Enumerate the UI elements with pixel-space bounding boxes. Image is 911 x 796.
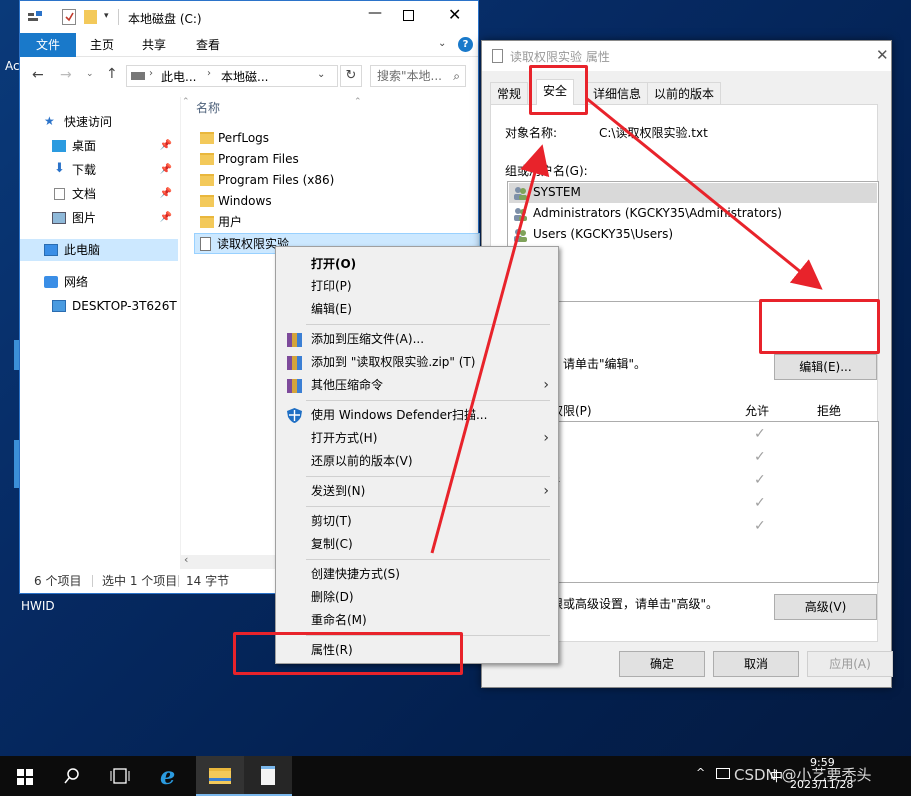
notepad-taskbar-icon[interactable] (244, 756, 292, 796)
annotation-arrow-to-security (430, 144, 550, 554)
file-explorer-taskbar-icon[interactable] (196, 756, 244, 796)
taskbar: e ^ CSDN @小艺要秃头 中 9:59 2023/11/28 (0, 756, 911, 796)
annotation-arrows (430, 96, 823, 554)
ie-browser-icon[interactable]: e (148, 756, 196, 796)
search-taskbar-icon[interactable] (48, 756, 96, 796)
task-view-icon[interactable] (96, 756, 144, 796)
tab-security[interactable]: 安全 (536, 79, 575, 105)
network-tray-icon[interactable] (716, 768, 730, 779)
clock-time[interactable]: 9:59 (810, 756, 835, 769)
tray-expand-icon[interactable]: ^ (696, 766, 705, 779)
annotation-arrow-to-edit (585, 96, 823, 290)
clock-date[interactable]: 2023/11/28 (790, 778, 853, 791)
start-button[interactable] (0, 756, 48, 796)
ime-indicator[interactable]: 中 (770, 766, 783, 785)
